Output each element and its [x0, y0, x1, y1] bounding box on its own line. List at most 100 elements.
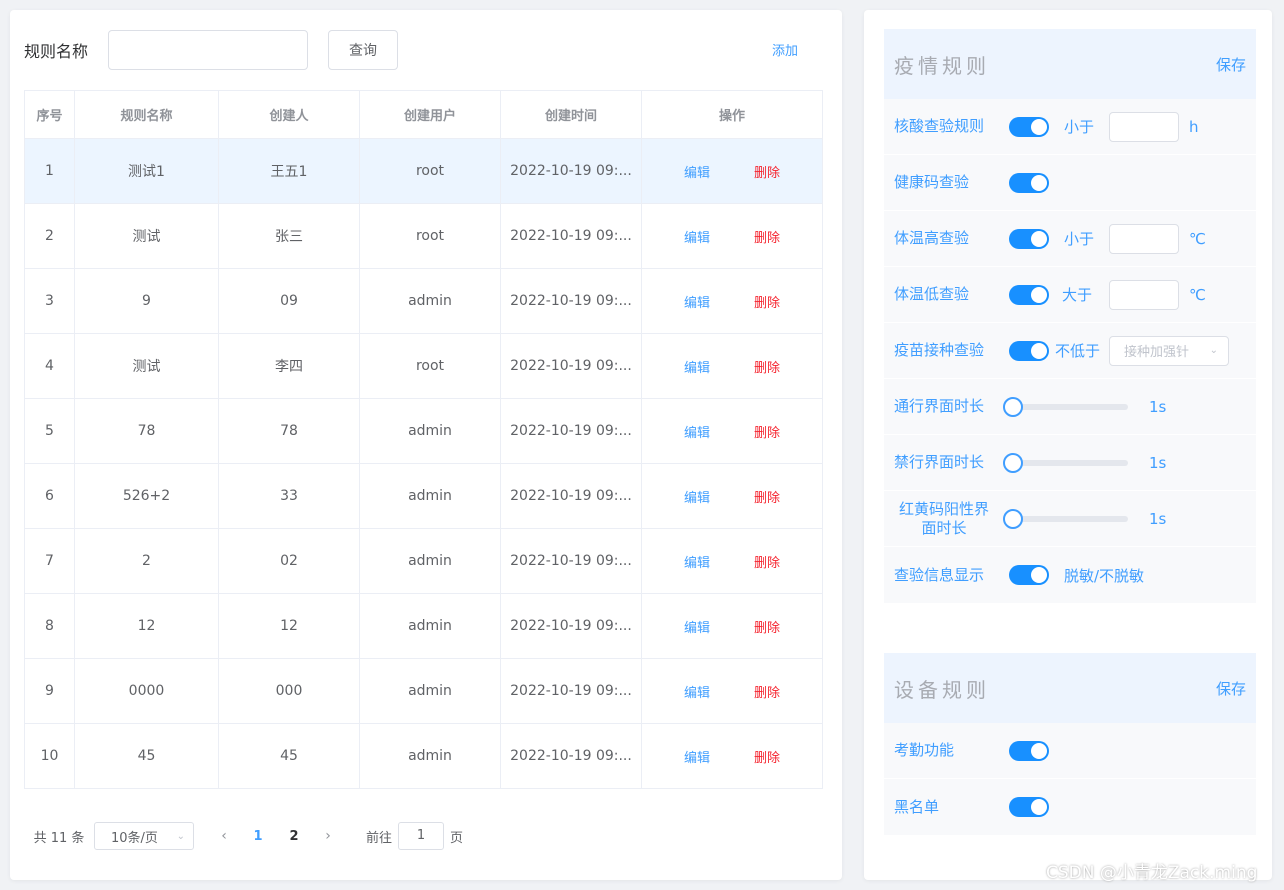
cell-actions: 编辑 删除: [641, 203, 823, 269]
nucleic-rule-switch[interactable]: [1009, 116, 1049, 137]
vaccine-level-value: 接种加强针: [1124, 345, 1190, 360]
deny-duration-slider-track[interactable]: [1012, 459, 1128, 466]
page-number-2[interactable]: 2: [276, 829, 312, 844]
attendance-row: 考勤功能: [884, 723, 1256, 779]
red-yellow-duration-slider-handle[interactable]: [1003, 508, 1023, 529]
delete-button[interactable]: 删除: [732, 162, 802, 181]
delete-button[interactable]: 删除: [732, 292, 802, 311]
goto-page-input[interactable]: 1: [398, 822, 445, 850]
cell-time: 2022-10-19 09:...: [500, 333, 642, 399]
blacklist-row: 黑名单: [884, 779, 1256, 835]
epidemic-save-button[interactable]: 保存: [1216, 54, 1246, 75]
vaccine-row: 疫苗接种查验 不低于 接种加强针 ⌄: [884, 323, 1256, 379]
cell-index: 5: [24, 398, 75, 464]
table-row[interactable]: 6 526+2 33 admin 2022-10-19 09:... 编辑 删除: [24, 463, 823, 529]
table-row[interactable]: 9 0000 000 admin 2022-10-19 09:... 编辑 删除: [24, 658, 823, 724]
cell-rule-name: 526+2: [74, 463, 219, 529]
delete-button[interactable]: 删除: [732, 552, 802, 571]
prev-page-icon[interactable]: ‹: [208, 828, 240, 844]
blacklist-switch[interactable]: [1009, 797, 1049, 817]
cell-index: 8: [24, 593, 75, 659]
red-yellow-duration-slider-track[interactable]: [1012, 515, 1128, 522]
health-code-row: 健康码查验: [884, 155, 1256, 211]
edit-button[interactable]: 编辑: [662, 357, 732, 376]
delete-button[interactable]: 删除: [732, 487, 802, 506]
health-code-label: 健康码查验: [894, 173, 970, 191]
blacklist-label: 黑名单: [894, 797, 940, 816]
table-row[interactable]: 2 测试 张三 root 2022-10-19 09:... 编辑 删除: [24, 203, 823, 269]
edit-button[interactable]: 编辑: [662, 162, 732, 181]
delete-button[interactable]: 删除: [732, 422, 802, 441]
edit-button[interactable]: 编辑: [662, 617, 732, 636]
next-page-icon[interactable]: ›: [312, 828, 344, 844]
edit-button[interactable]: 编辑: [662, 552, 732, 571]
delete-button[interactable]: 删除: [732, 227, 802, 246]
cell-actions: 编辑 删除: [641, 463, 823, 529]
delete-button[interactable]: 删除: [732, 357, 802, 376]
table-row[interactable]: 5 78 78 admin 2022-10-19 09:... 编辑 删除: [24, 398, 823, 464]
table-row[interactable]: 8 12 12 admin 2022-10-19 09:... 编辑 删除: [24, 593, 823, 659]
cell-user: admin: [359, 658, 501, 724]
page-suffix-label: 页: [450, 830, 464, 846]
device-rules-header: 设备规则 保存: [884, 653, 1256, 723]
device-save-button[interactable]: 保存: [1216, 678, 1246, 699]
delete-button[interactable]: 删除: [732, 617, 802, 636]
page-number-1[interactable]: 1: [240, 829, 276, 844]
cell-user: admin: [359, 723, 501, 789]
rule-name-search-input[interactable]: [108, 30, 308, 70]
table-row[interactable]: 7 2 02 admin 2022-10-19 09:... 编辑 删除: [24, 528, 823, 594]
vaccine-label: 疫苗接种查验: [894, 341, 985, 359]
vaccine-switch[interactable]: [1009, 340, 1049, 361]
edit-button[interactable]: 编辑: [662, 487, 732, 506]
cell-rule-name: 测试: [74, 203, 219, 269]
vaccine-level-select[interactable]: 接种加强针 ⌄: [1109, 335, 1229, 366]
cell-index: 2: [24, 203, 75, 269]
cell-rule-name: 12: [74, 593, 219, 659]
cell-index: 3: [24, 268, 75, 334]
red-yellow-duration-value: 1s: [1149, 509, 1167, 528]
pass-duration-slider-track[interactable]: [1012, 403, 1128, 410]
cell-actions: 编辑 删除: [641, 658, 823, 724]
pass-duration-row: 通行界面时长 1s: [884, 379, 1256, 435]
cell-creator: 33: [218, 463, 360, 529]
edit-button[interactable]: 编辑: [662, 422, 732, 441]
table-row[interactable]: 10 45 45 admin 2022-10-19 09:... 编辑 删除: [24, 723, 823, 789]
pass-duration-value: 1s: [1149, 397, 1167, 416]
query-button[interactable]: 查询: [328, 30, 398, 70]
edit-button[interactable]: 编辑: [662, 682, 732, 701]
edit-button[interactable]: 编辑: [662, 747, 732, 766]
temp-low-switch[interactable]: [1009, 284, 1049, 305]
page-size-select[interactable]: 10条/页 ⌄: [94, 822, 194, 850]
edit-button[interactable]: 编辑: [662, 227, 732, 246]
delete-button[interactable]: 删除: [732, 682, 802, 701]
attendance-switch[interactable]: [1009, 740, 1049, 761]
edit-button[interactable]: 编辑: [662, 292, 732, 311]
table-row[interactable]: 4 测试 李四 root 2022-10-19 09:... 编辑 删除: [24, 333, 823, 399]
delete-button[interactable]: 删除: [732, 747, 802, 766]
cell-user: admin: [359, 528, 501, 594]
health-code-switch[interactable]: [1009, 172, 1049, 193]
table-row[interactable]: 1 测试1 王五1 root 2022-10-19 09:... 编辑 删除: [24, 138, 823, 204]
temp-high-switch[interactable]: [1009, 228, 1049, 249]
vaccine-compare-label: 不低于: [1055, 342, 1101, 360]
nucleic-hours-input[interactable]: [1109, 111, 1179, 142]
temp-high-input[interactable]: [1109, 223, 1179, 254]
rules-list-panel: 规则名称 查询 添加 序号 规则名称 创建人 创建用户 创建时间 操作 1 测试…: [10, 10, 842, 880]
info-display-switch[interactable]: [1009, 565, 1049, 585]
cell-index: 1: [24, 138, 75, 204]
search-label: 规则名称: [24, 42, 89, 61]
table-header-row: 序号 规则名称 创建人 创建用户 创建时间 操作: [24, 90, 823, 139]
cell-time: 2022-10-19 09:...: [500, 268, 642, 334]
add-button[interactable]: 添加: [772, 40, 798, 59]
cell-user: admin: [359, 593, 501, 659]
cell-index: 9: [24, 658, 75, 724]
attendance-label: 考勤功能: [894, 741, 955, 759]
temp-low-input[interactable]: [1109, 279, 1179, 310]
cell-user: admin: [359, 398, 501, 464]
header-index: 序号: [24, 90, 75, 139]
table-row[interactable]: 3 9 09 admin 2022-10-19 09:... 编辑 删除: [24, 268, 823, 334]
pass-duration-slider-handle[interactable]: [1003, 396, 1023, 417]
deny-duration-slider-handle[interactable]: [1003, 452, 1023, 473]
pagination-total: 共 11 条: [33, 830, 85, 846]
device-rules-title: 设备规则: [894, 677, 990, 702]
